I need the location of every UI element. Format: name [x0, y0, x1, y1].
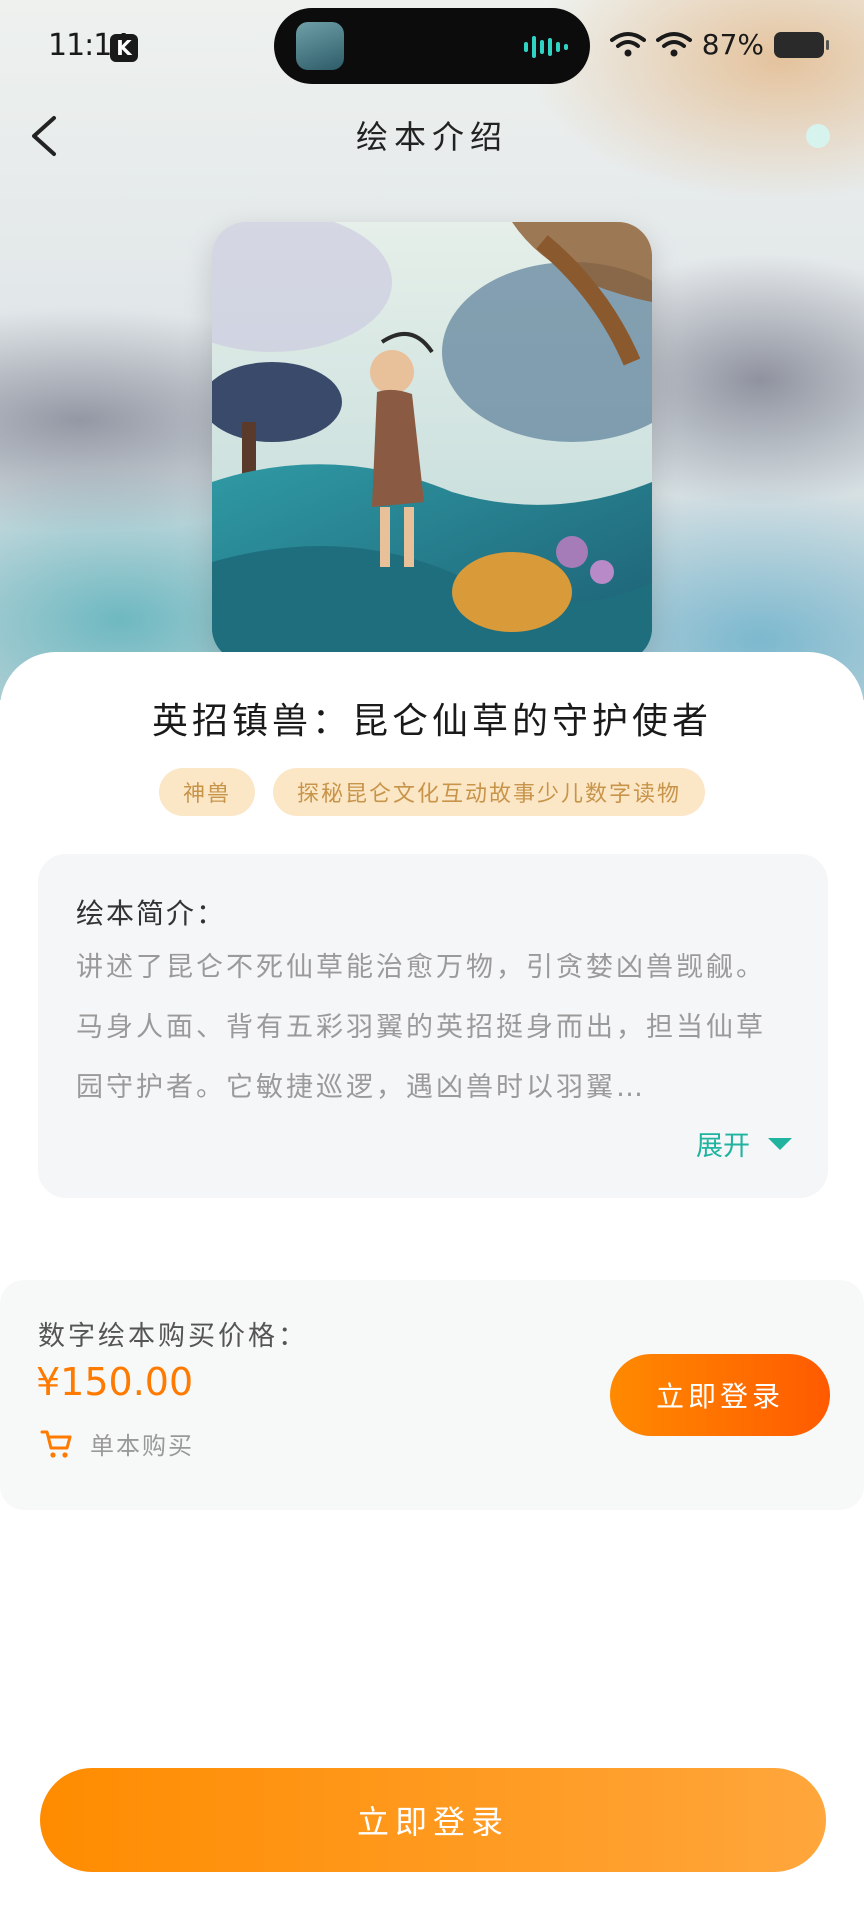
tag-category: 神兽 [158, 768, 255, 816]
indicator-dot [806, 124, 830, 148]
price-label: 数字绘本购买价格： [38, 1321, 308, 1352]
purchase-card: 数字绘本购买价格： ¥150.00 单本购买 立即登录 [0, 1280, 864, 1510]
single-purchase: 单本购买 [40, 1426, 194, 1461]
status-indicators: 87% [609, 28, 829, 61]
dynamic-island[interactable] [274, 8, 590, 84]
chevron-down-icon [768, 1137, 792, 1150]
tag-description: 探秘昆仑文化互动故事少儿数字读物 [272, 768, 705, 816]
status-bar: 11:14 K 87% [0, 0, 864, 92]
intro-text: 讲述了昆仑不死仙草能治愈万物，引贪婪凶兽觊觎。马身人面、背有五彩羽翼的英招挺身而… [76, 952, 766, 1103]
book-cover-image [212, 222, 652, 662]
app-badge-icon: K [110, 34, 138, 62]
price-value: ¥150.00 [36, 1360, 194, 1404]
intro-label: 绘本简介： [76, 897, 227, 930]
expand-button[interactable]: 展开 [696, 1124, 792, 1163]
shopping-cart-icon [40, 1430, 72, 1458]
now-playing-thumbnail [296, 22, 344, 70]
battery-percent: 87% [701, 28, 764, 61]
expand-label: 展开 [696, 1131, 750, 1162]
intro-card: 绘本简介： 讲述了昆仑不死仙草能治愈万物，引贪婪凶兽觊觎。马身人面、背有五彩羽翼… [38, 854, 828, 1198]
page-title: 绘本介绍 [355, 118, 508, 156]
battery-icon [774, 31, 829, 58]
login-button[interactable]: 立即登录 [40, 1768, 826, 1872]
tag-list: 神兽 探秘昆仑文化互动故事少儿数字读物 [0, 768, 864, 816]
wifi-icon [655, 31, 692, 56]
single-purchase-label: 单本购买 [90, 1432, 194, 1460]
wifi-calling-icon [609, 31, 646, 56]
book-title: 英招镇兽：昆仑仙草的守护使者 [151, 701, 712, 742]
login-button-small[interactable]: 立即登录 [610, 1354, 830, 1436]
audio-wave-icon [524, 36, 568, 58]
